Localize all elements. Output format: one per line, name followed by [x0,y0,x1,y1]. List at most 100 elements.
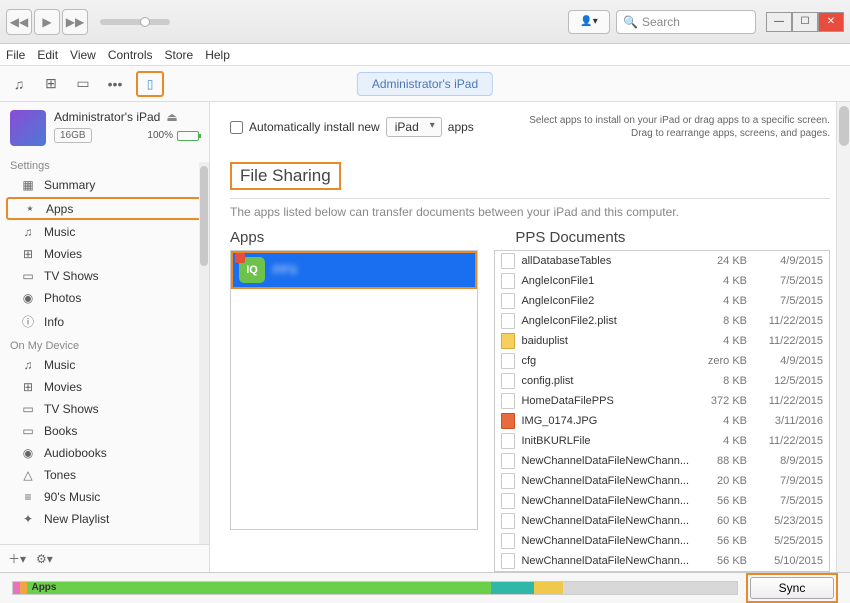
file-date: 11/22/2015 [753,395,823,407]
document-row[interactable]: IMG_0174.JPG4 KB3/11/2016 [495,411,829,431]
sidebar-item-label: TV Shows [44,402,99,416]
sidebar-icon: ▦ [20,178,36,192]
bottom-bar: Apps Sync [0,572,850,602]
search-input[interactable]: 🔍 Search [616,10,756,34]
tv-icon[interactable]: ▭ [72,73,94,95]
menu-controls[interactable]: Controls [108,48,153,62]
play-button[interactable]: ▶ [34,9,60,35]
sidebar-item-info[interactable]: ⓘInfo [0,309,209,334]
menu-file[interactable]: File [6,48,25,62]
sidebar-item-tones[interactable]: △Tones [0,464,209,486]
auto-install-select[interactable]: iPad [386,117,442,137]
add-button[interactable]: ＋▾ [8,550,26,567]
sidebar-icon: ≡ [20,490,36,504]
auto-install-suffix: apps [448,120,474,134]
maximize-button[interactable]: ☐ [792,12,818,32]
sidebar-item-movies[interactable]: ⊞Movies [0,243,209,265]
document-row[interactable]: config.plist8 KB12/5/2015 [495,371,829,391]
sidebar-item-summary[interactable]: ▦Summary [0,174,209,196]
main-scrollbar[interactable] [836,102,850,572]
document-row[interactable]: AngleIconFile2.plist8 KB11/22/2015 [495,311,829,331]
file-size: 8 KB [695,315,747,327]
document-row[interactable]: allDatabaseTables24 KB4/9/2015 [495,251,829,271]
gear-icon[interactable]: ⚙▾ [36,552,53,566]
prev-button[interactable]: ◀◀ [6,9,32,35]
file-size: 24 KB [695,255,747,267]
app-icon: IQ [239,257,265,283]
document-row[interactable]: NewChannelDataFileNewChann...56 KB7/5/20… [495,491,829,511]
file-date: 4/9/2015 [753,355,823,367]
sidebar-item-label: Tones [44,468,76,482]
capacity-bar: Apps [12,581,738,595]
sidebar-item-label: Movies [44,247,82,261]
sidebar-item-90-s-music[interactable]: ≡90's Music [0,486,209,508]
sidebar-item-photos[interactable]: ◉Photos [0,287,209,309]
app-name: PPS [273,263,297,277]
sidebar-item-music[interactable]: ♫Music [0,354,209,376]
menu-view[interactable]: View [70,48,96,62]
close-button[interactable]: ✕ [818,12,844,32]
auto-install-checkbox[interactable] [230,121,243,134]
file-size: 4 KB [695,275,747,287]
document-row[interactable]: NewChannelDataFileNewChann...56 KB5/10/2… [495,551,829,571]
file-icon [501,313,515,329]
document-row[interactable]: NewChannelDataFileNewChann...88 KB8/9/20… [495,451,829,471]
file-name: NewChannelDataFileNewChann... [521,535,689,547]
sidebar-item-books[interactable]: ▭Books [0,420,209,442]
file-size: 4 KB [695,295,747,307]
apps-list[interactable]: IQ PPS [230,250,478,530]
file-date: 7/5/2015 [753,295,823,307]
file-date: 3/11/2016 [753,415,823,427]
device-section-label: On My Device [0,334,209,354]
account-button[interactable]: 👤 ▾ [568,10,610,34]
sidebar-icon: ✦ [20,512,36,526]
device-icon[interactable]: ▯ [136,71,164,97]
document-row[interactable]: InitBKURLFile4 KB11/22/2015 [495,431,829,451]
movies-icon[interactable]: ⊞ [40,73,62,95]
file-icon [501,293,515,309]
menu-edit[interactable]: Edit [37,48,58,62]
music-icon[interactable]: ♫ [8,73,30,95]
document-row[interactable]: cfgzero KB4/9/2015 [495,351,829,371]
sidebar-item-movies[interactable]: ⊞Movies [0,376,209,398]
window-controls: — ☐ ✕ [766,12,844,32]
file-date: 12/5/2015 [753,375,823,387]
minimize-button[interactable]: — [766,12,792,32]
document-row[interactable]: baiduplist4 KB11/22/2015 [495,331,829,351]
document-row[interactable]: NewChannelDataFileNewChann...20 KB7/9/20… [495,471,829,491]
sidebar-item-audiobooks[interactable]: ◉Audiobooks [0,442,209,464]
file-name: NewChannelDataFileNewChann... [521,555,689,567]
document-row[interactable]: AngleIconFile24 KB7/5/2015 [495,291,829,311]
sidebar-item-tv-shows[interactable]: ▭TV Shows [0,265,209,287]
volume-slider[interactable] [100,19,170,25]
sidebar-icon: ◉ [20,291,36,305]
file-size: 20 KB [695,475,747,487]
file-date: 5/23/2015 [753,515,823,527]
menu-store[interactable]: Store [165,48,194,62]
file-date: 11/22/2015 [753,315,823,327]
document-row[interactable]: AngleIconFile14 KB7/5/2015 [495,271,829,291]
documents-list[interactable]: allDatabaseTables24 KB4/9/2015AngleIconF… [494,250,830,572]
auto-install-row: Automatically install new iPad apps Sele… [230,114,830,140]
sidebar-item-new-playlist[interactable]: ✦New Playlist [0,508,209,530]
app-row[interactable]: IQ PPS [231,251,477,289]
sidebar: Administrator's iPad ⏏ 16GB 100% Setting… [0,102,210,572]
more-icon[interactable]: ••• [104,73,126,95]
file-date: 7/5/2015 [753,275,823,287]
file-icon [501,373,515,389]
document-row[interactable]: NewChannelDataFileNewChann...60 KB5/23/2… [495,511,829,531]
file-icon [501,473,515,489]
sidebar-item-label: Music [44,358,75,372]
sidebar-item-apps[interactable]: ⭑Apps [6,197,203,220]
document-row[interactable]: HomeDataFilePPS372 KB11/22/2015 [495,391,829,411]
sidebar-item-music[interactable]: ♫Music [0,221,209,243]
next-button[interactable]: ▶▶ [62,9,88,35]
sync-button[interactable]: Sync [750,577,834,599]
file-name: InitBKURLFile [521,435,689,447]
document-row[interactable]: NewChannelDataFileNewChann...56 KB5/25/2… [495,531,829,551]
menu-help[interactable]: Help [205,48,230,62]
eject-icon[interactable]: ⏏ [166,110,177,124]
sidebar-scrollbar[interactable] [199,162,209,572]
device-pill[interactable]: Administrator's iPad [357,72,493,96]
sidebar-item-tv-shows[interactable]: ▭TV Shows [0,398,209,420]
